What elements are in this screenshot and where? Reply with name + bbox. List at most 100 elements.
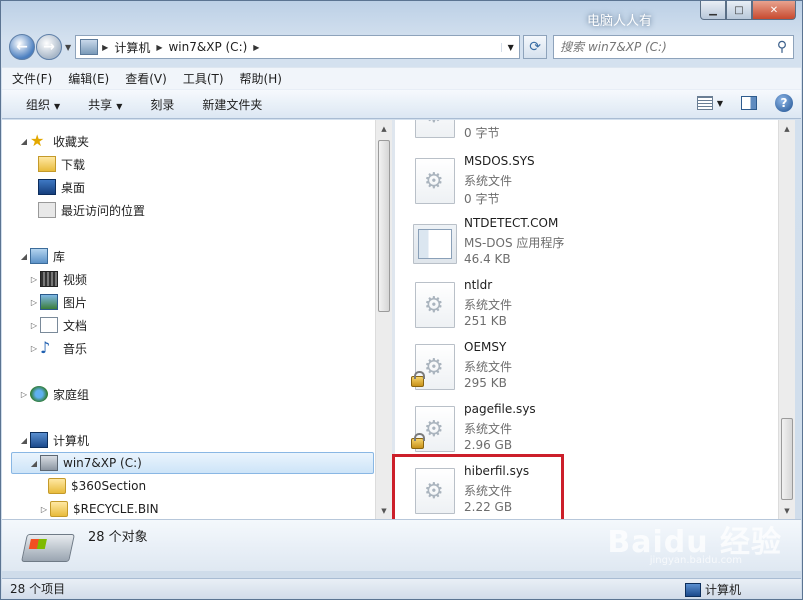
expand-icon[interactable]: ▷ — [28, 321, 40, 330]
collapse-icon[interactable]: ◢ — [28, 459, 40, 468]
library-icon — [30, 248, 48, 264]
recent-pages-dropdown[interactable]: ▼ — [65, 43, 71, 52]
expand-icon[interactable]: ▷ — [28, 298, 40, 307]
tree-folder-360section[interactable]: $360Section — [48, 475, 146, 497]
navigation-pane-scrollbar[interactable]: ▲ ▼ — [375, 120, 392, 519]
search-box[interactable]: ⚲ — [553, 35, 794, 59]
tree-favorites[interactable]: ◢ ★ 收藏夹 — [18, 130, 89, 152]
expand-icon[interactable]: ▷ — [28, 344, 40, 353]
navigation-bar: ← → ▼ ▶ 计算机 ▶ win7&XP (C:) ▶ ▼ ⟳ ⚲ — [9, 33, 794, 61]
file-size: 251 KB — [464, 314, 507, 328]
close-button[interactable]: ✕ — [752, 1, 796, 20]
folder-icon — [48, 478, 66, 494]
refresh-icon: ⟳ — [529, 39, 542, 55]
tree-music[interactable]: ▷ ♪ 音乐 — [28, 337, 87, 359]
file-type: 系统文件 — [464, 360, 513, 374]
window-title: 电脑人人有 — [586, 14, 652, 29]
tree-recent-places[interactable]: 最近访问的位置 — [38, 199, 145, 221]
minimize-button[interactable]: ▁ — [700, 1, 726, 20]
file-size: 2.96 GB — [464, 438, 513, 452]
breadcrumb-drive[interactable]: win7&XP (C:) — [168, 40, 247, 54]
menu-help[interactable]: 帮助(H) — [240, 70, 282, 87]
status-bar: 28 个项目 计算机 — [2, 578, 801, 598]
tree-desktop[interactable]: 桌面 — [38, 176, 85, 198]
tree-label: 图片 — [63, 295, 88, 310]
breadcrumb-chevron-icon[interactable]: ▶ — [253, 43, 259, 52]
scroll-up-icon[interactable]: ▲ — [376, 120, 392, 137]
file-item-oemsy[interactable]: ⚙ OEMSY 系统文件 295 KB — [409, 338, 749, 398]
computer-icon — [684, 582, 701, 597]
organize-button[interactable]: 组织 ▼ — [26, 96, 60, 113]
forward-button[interactable]: → — [36, 34, 62, 60]
scroll-thumb[interactable] — [781, 418, 793, 500]
breadcrumb-computer[interactable]: 计算机 — [114, 39, 150, 56]
organize-label: 组织 — [26, 97, 51, 112]
expand-icon[interactable]: ▷ — [38, 505, 50, 514]
search-input[interactable] — [560, 40, 771, 54]
drive-icon — [40, 455, 58, 471]
collapse-icon[interactable]: ◢ — [18, 137, 30, 146]
help-icon[interactable]: ? — [775, 94, 793, 112]
search-icon[interactable]: ⚲ — [771, 39, 793, 55]
tree-label: $360Section — [71, 479, 147, 493]
view-dropdown-icon[interactable]: ▼ — [717, 99, 723, 108]
file-size: 46.4 KB — [464, 252, 511, 266]
tree-downloads[interactable]: 下载 — [38, 153, 85, 175]
highlight-annotation — [392, 454, 564, 522]
tree-libraries[interactable]: ◢ 库 — [18, 245, 65, 267]
tree-computer[interactable]: ◢ 计算机 — [18, 429, 89, 451]
tree-drive-c[interactable]: ◢ win7&XP (C:) — [11, 452, 374, 474]
breadcrumb-chevron-icon[interactable]: ▶ — [102, 43, 108, 52]
file-item-msdos-sys[interactable]: ⚙ MSDOS.SYS 系统文件 0 字节 — [409, 152, 749, 212]
tree-homegroup[interactable]: ▷ 家庭组 — [18, 383, 89, 405]
view-options-icon[interactable] — [696, 96, 713, 110]
file-item[interactable]: ⚙ 0 字节 — [409, 120, 749, 146]
new-folder-button[interactable]: 新建文件夹 — [202, 96, 262, 113]
scroll-thumb[interactable] — [378, 140, 390, 312]
menu-file[interactable]: 文件(F) — [12, 70, 52, 87]
preview-pane-icon[interactable] — [741, 96, 757, 110]
file-type: MS-DOS 应用程序 — [464, 236, 565, 250]
navigation-pane: ◢ ★ 收藏夹 下载 桌面 最近访问的位置 ◢ 库 ▷ 视频 ▷ 图片 ▷ 文档… — [2, 120, 375, 519]
drive-icon — [21, 534, 75, 562]
scroll-down-icon[interactable]: ▼ — [376, 502, 392, 519]
tree-label: win7&XP (C:) — [63, 456, 142, 470]
maximize-button[interactable]: □ — [726, 1, 752, 20]
lock-icon — [411, 371, 425, 387]
explorer-window: 电脑人人有 ▁ □ ✕ ← → ▼ ▶ 计算机 ▶ win7&XP (C:) ▶… — [0, 0, 803, 600]
burn-button[interactable]: 刻录 — [150, 96, 174, 113]
tree-label: 文档 — [63, 318, 88, 333]
file-item-ntldr[interactable]: ⚙ ntldr 系统文件 251 KB — [409, 276, 749, 336]
refresh-button[interactable]: ⟳ — [523, 35, 548, 59]
menu-view[interactable]: 查看(V) — [125, 70, 167, 87]
menu-edit[interactable]: 编辑(E) — [68, 70, 109, 87]
address-dropdown-icon[interactable]: ▼ — [501, 42, 519, 52]
breadcrumb-chevron-icon[interactable]: ▶ — [156, 43, 162, 52]
watermark-url: jingyan.baidu.com — [649, 555, 742, 566]
scroll-up-icon[interactable]: ▲ — [779, 120, 795, 137]
back-button[interactable]: ← — [9, 34, 35, 60]
menu-tools[interactable]: 工具(T) — [183, 70, 224, 87]
collapse-icon[interactable]: ◢ — [18, 252, 30, 261]
expand-icon[interactable]: ▷ — [18, 390, 30, 399]
tree-documents[interactable]: ▷ 文档 — [28, 314, 87, 336]
address-bar[interactable]: ▶ 计算机 ▶ win7&XP (C:) ▶ ▼ — [75, 35, 521, 59]
menu-bar: 文件(F) 编辑(E) 查看(V) 工具(T) 帮助(H) — [2, 67, 801, 89]
file-item-ntdetect-com[interactable]: NTDETECT.COM MS-DOS 应用程序 46.4 KB — [409, 214, 749, 274]
file-size: 0 字节 — [464, 192, 500, 206]
tree-folder-recycle-bin[interactable]: ▷ $RECYCLE.BIN — [38, 498, 159, 519]
file-type: 系统文件 — [464, 422, 513, 436]
file-name: NTDETECT.COM — [464, 216, 559, 230]
tree-pictures[interactable]: ▷ 图片 — [28, 291, 87, 313]
star-icon: ★ — [30, 131, 45, 150]
file-type: 系统文件 — [464, 174, 513, 188]
file-list-scrollbar[interactable]: ▲ ▼ — [778, 120, 795, 519]
share-label: 共享 — [88, 97, 113, 112]
tree-videos[interactable]: ▷ 视频 — [28, 268, 87, 290]
expand-icon[interactable]: ▷ — [28, 275, 40, 284]
tree-label: 库 — [53, 249, 66, 264]
share-button[interactable]: 共享 ▼ — [88, 96, 122, 113]
file-item-pagefile-sys[interactable]: ⚙ pagefile.sys 系统文件 2.96 GB — [409, 400, 749, 460]
file-type: 系统文件 — [464, 298, 513, 312]
collapse-icon[interactable]: ◢ — [18, 436, 30, 445]
